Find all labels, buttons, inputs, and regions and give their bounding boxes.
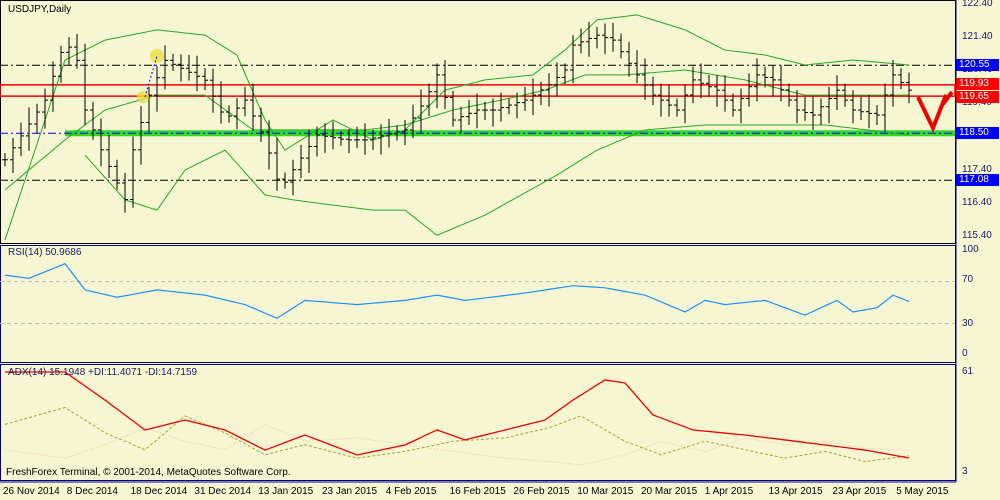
red-arrow-annotation	[916, 90, 954, 133]
price-axis-label: 115.40	[962, 229, 992, 241]
date-axis-label: 18 Dec 2014	[130, 486, 188, 497]
price-tag-119-93: 119.93	[956, 77, 999, 90]
plus-di-line	[4, 406, 910, 463]
rsi-axis-label: 30	[962, 318, 974, 329]
date-axis-label: 31 Dec 2014	[194, 486, 252, 497]
price-axis-label: 116.40	[962, 196, 992, 208]
chart-title: USDJPY,Daily	[8, 4, 72, 15]
price-axis-label: 121.40	[962, 31, 993, 43]
rsi-panel-frame	[0, 245, 956, 363]
price-tag-120-55: 120.55	[956, 59, 999, 72]
date-axis-label: 23 Jan 2015	[322, 486, 378, 497]
adx-label: ADX(14) 15.1948 +DI:11.4071 -DI:14.7159	[8, 367, 198, 378]
price-tag-119-65: 119.65	[956, 91, 999, 104]
date-axis-label: 13 Jan 2015	[258, 486, 314, 497]
date-axis-label: 20 Mar 2015	[641, 486, 698, 497]
date-axis-label: 5 May 2015	[896, 486, 949, 497]
rsi-label: RSI(14) 50.9686	[8, 247, 82, 258]
adx-axis-label: 3	[962, 466, 968, 477]
rsi-axis-label: 70	[962, 274, 974, 285]
rsi-line	[4, 262, 910, 319]
price-axis-label: 117.40	[962, 163, 992, 175]
price-axis-label: 122.40	[962, 0, 993, 9]
chart-canvas[interactable]	[0, 0, 1000, 500]
date-axis-label: 1 Apr 2015	[704, 486, 754, 497]
date-axis-label: 26 Feb 2015	[513, 486, 570, 497]
date-axis-label: 8 Dec 2014	[66, 486, 118, 497]
date-axis-label: 13 Apr 2015	[768, 486, 823, 497]
rsi-axis-label: 0	[962, 348, 968, 359]
chart-window[interactable]: USDJPY,Daily RSI(14) 50.9686 ADX(14) 15.…	[0, 0, 1000, 500]
copyright: FreshForex Terminal, © 2001-2014, MetaQu…	[6, 467, 291, 478]
date-axis-label: 10 Mar 2015	[577, 486, 634, 497]
date-axis-label: 16 Feb 2015	[449, 486, 506, 497]
date-axis-label: 23 Apr 2015	[832, 486, 887, 497]
price-tag-117-08: 117.08	[956, 174, 999, 187]
rsi-axis-label: 100	[962, 244, 979, 255]
marker-connector	[144, 55, 158, 98]
highlight-marker	[137, 91, 149, 103]
date-axis-label: 26 Nov 2014	[3, 486, 60, 497]
adx-axis-label: 61	[962, 366, 974, 377]
date-axis-label: 4 Feb 2015	[385, 486, 437, 497]
adx-panel-frame	[0, 364, 956, 481]
price-tag-118-50: 118.50	[956, 127, 999, 140]
minus-di-line	[4, 423, 910, 466]
adx-line	[5, 371, 910, 459]
